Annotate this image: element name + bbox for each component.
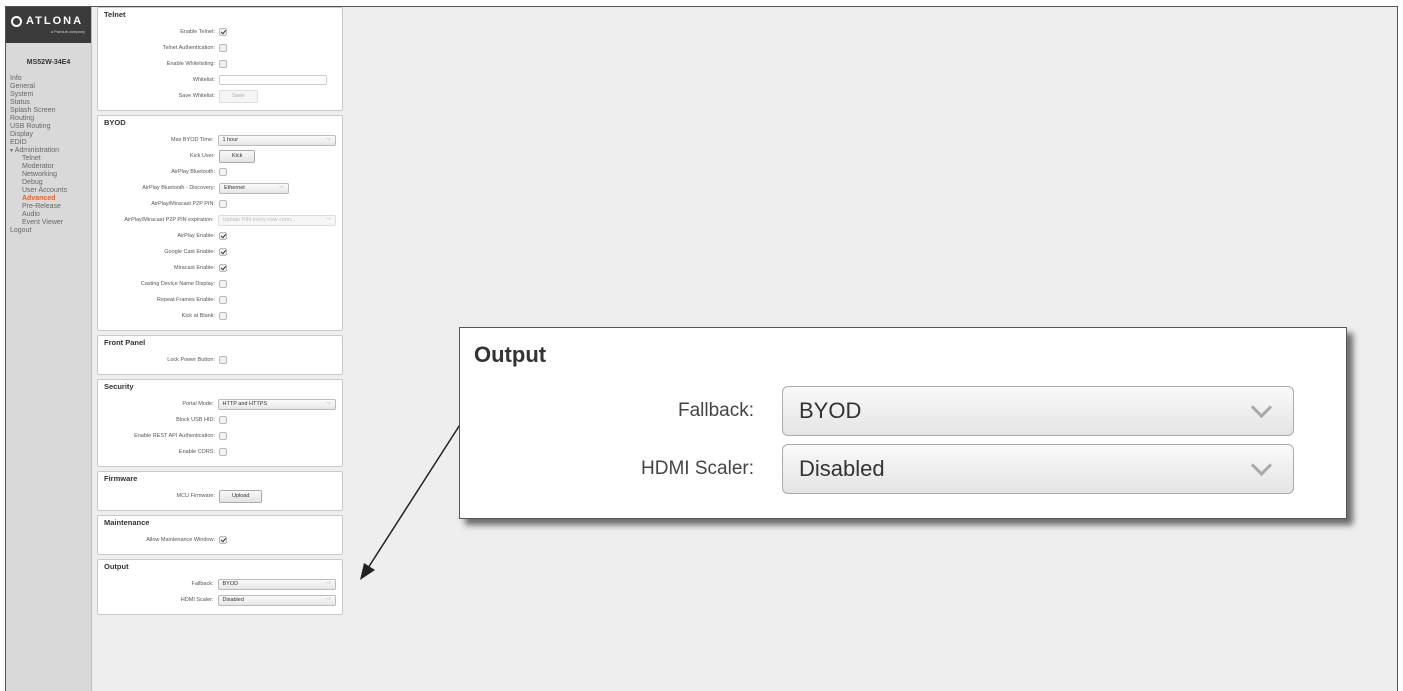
chevron-down-icon bbox=[1250, 396, 1273, 418]
zoom-output-title: Output bbox=[474, 342, 547, 367]
output-zoom-callout: Output Fallback: BYOD HDMI Scaler: Disab… bbox=[459, 327, 1347, 519]
zoom-hdmi-scaler-select[interactable]: Disabled bbox=[782, 444, 1294, 494]
zoom-hdmi-scaler-row: HDMI Scaler: Disabled bbox=[460, 442, 1348, 496]
zoom-hdmi-scaler-label: HDMI Scaler: bbox=[641, 458, 754, 479]
zoom-select-value: BYOD bbox=[799, 398, 862, 423]
zoom-fallback-label: Fallback: bbox=[677, 400, 754, 421]
zoom-fallback-select[interactable]: BYOD bbox=[782, 386, 1294, 436]
chevron-down-icon bbox=[1250, 454, 1273, 476]
zoom-fallback-row: Fallback: BYOD bbox=[460, 384, 1348, 438]
zoom-select-value: Disabled bbox=[799, 456, 885, 481]
